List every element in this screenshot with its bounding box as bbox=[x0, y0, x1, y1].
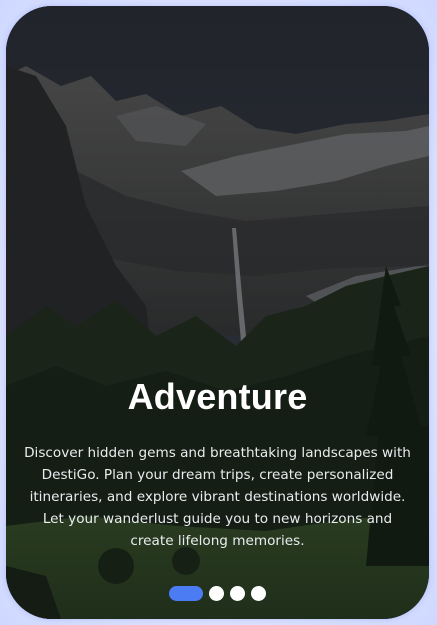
pagination-dots bbox=[6, 586, 429, 601]
onboarding-card: Adventure Discover hidden gems and breat… bbox=[6, 6, 429, 619]
slide-description: Discover hidden gems and breathtaking la… bbox=[24, 445, 411, 549]
page: Adventure Discover hidden gems and breat… bbox=[0, 0, 437, 625]
page-dot-3[interactable] bbox=[230, 586, 245, 601]
page-dot-1-active[interactable] bbox=[169, 586, 203, 601]
slide-title: Adventure bbox=[127, 376, 308, 417]
page-dot-4[interactable] bbox=[251, 586, 266, 601]
page-dot-2[interactable] bbox=[209, 586, 224, 601]
